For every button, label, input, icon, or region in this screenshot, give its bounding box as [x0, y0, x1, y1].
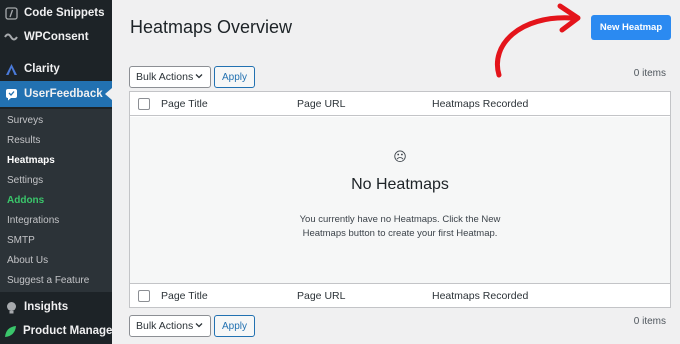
submenu-addons[interactable]: Addons: [7, 195, 44, 206]
submenu-smtp[interactable]: SMTP: [7, 235, 35, 246]
submenu-results[interactable]: Results: [7, 135, 40, 146]
column-page-url[interactable]: Page URL: [297, 98, 345, 110]
empty-state-description: You currently have no Heatmaps. Click th…: [299, 214, 501, 239]
submenu-integrations[interactable]: Integrations: [7, 215, 59, 226]
menu-item-wpconsent[interactable]: WPConsent: [0, 25, 112, 49]
table-header: Page Title Page URL Heatmaps Recorded: [130, 92, 670, 116]
table-footer: Page Title Page URL Heatmaps Recorded: [130, 283, 670, 307]
code-snippets-icon: [4, 6, 18, 20]
new-heatmap-button[interactable]: New Heatmap: [591, 15, 671, 40]
empty-state: ☹ No Heatmaps You currently have no Heat…: [130, 117, 670, 283]
column-heatmaps-recorded-footer[interactable]: Heatmaps Recorded: [432, 290, 528, 302]
column-heatmaps-recorded[interactable]: Heatmaps Recorded: [432, 98, 528, 110]
submenu-settings[interactable]: Settings: [7, 175, 43, 186]
chevron-down-icon: [194, 320, 204, 333]
bulk-actions-select-top[interactable]: Bulk Actions: [129, 66, 211, 88]
clarity-icon: [4, 62, 18, 76]
bulk-actions-select-bottom[interactable]: Bulk Actions: [129, 315, 211, 337]
submenu-suggest-feature[interactable]: Suggest a Feature: [7, 275, 89, 286]
userfeedback-icon: [4, 87, 18, 101]
page-title: Heatmaps Overview: [130, 17, 293, 37]
sad-face-icon: ☹: [393, 149, 407, 164]
submenu-surveys[interactable]: Surveys: [7, 115, 43, 126]
admin-sidebar: Code Snippets WPConsent Clarity UserFeed…: [0, 0, 117, 344]
annotation-arrow-icon: [495, 3, 581, 78]
item-count-bottom: 0 items: [633, 316, 666, 327]
menu-item-clarity[interactable]: Clarity: [0, 57, 112, 81]
empty-state-title: No Heatmaps: [351, 176, 449, 193]
apply-button-top[interactable]: Apply: [214, 66, 255, 88]
insights-icon: [4, 300, 18, 314]
current-menu-pointer: [105, 88, 112, 100]
submenu-heatmaps[interactable]: Heatmaps: [7, 155, 55, 166]
submenu-about-us[interactable]: About Us: [7, 255, 48, 266]
column-page-title[interactable]: Page Title: [161, 98, 208, 110]
column-page-url-footer[interactable]: Page URL: [297, 290, 345, 302]
select-all-checkbox[interactable]: [138, 98, 150, 110]
userfeedback-submenu: Surveys Results Heatmaps Settings Addons…: [0, 109, 112, 292]
menu-item-code-snippets[interactable]: Code Snippets: [0, 1, 112, 25]
apply-button-bottom[interactable]: Apply: [214, 315, 255, 337]
menu-item-insights[interactable]: Insights: [0, 295, 112, 319]
column-page-title-footer[interactable]: Page Title: [161, 290, 208, 302]
product-manager-icon: [4, 324, 17, 338]
wpconsent-icon: [4, 30, 18, 44]
menu-item-userfeedback[interactable]: UserFeedback: [0, 81, 112, 107]
menu-item-product-manager[interactable]: Product Manager: [0, 319, 117, 343]
item-count-top: 0 items: [633, 68, 666, 79]
select-all-checkbox-footer[interactable]: [138, 290, 150, 302]
chevron-down-icon: [194, 71, 204, 84]
heatmaps-table: Page Title Page URL Heatmaps Recorded ☹ …: [129, 91, 671, 308]
